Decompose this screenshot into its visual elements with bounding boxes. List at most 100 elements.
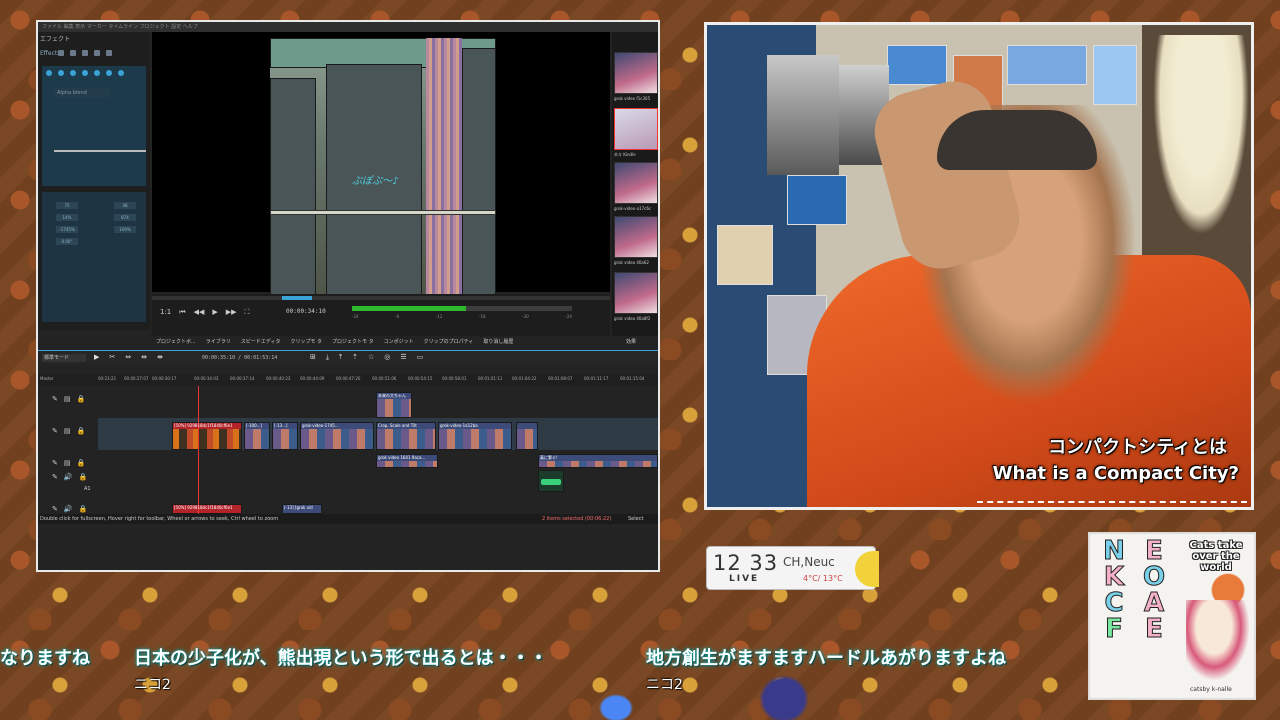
edit-icon[interactable]: ✎ [52, 473, 58, 481]
param-h[interactable]: 109% [114, 226, 136, 233]
timeline-clip[interactable] [516, 422, 538, 450]
prev-frame-icon[interactable]: ⏮ [179, 308, 185, 317]
audio-clip[interactable] [538, 470, 564, 492]
tab-project-monitor[interactable]: プロジェクトモ タ [332, 336, 374, 348]
logo-letter: E [1145, 536, 1164, 566]
reset-effect-icon[interactable] [94, 50, 100, 56]
timeline-clip[interactable]: [-13...] [272, 422, 298, 450]
lock-icon[interactable]: 🔒 [79, 473, 88, 481]
param-w[interactable]: -1745% [56, 226, 78, 233]
settings-icon[interactable]: ☰ [400, 353, 406, 362]
keyframe-icon[interactable] [94, 70, 100, 76]
marker-icon[interactable]: ◎ [384, 353, 390, 362]
edit-icon[interactable]: ✎ [52, 427, 58, 435]
tab-undo-history[interactable]: 取り消し履歴 [483, 336, 513, 348]
tab-effects[interactable]: 効果 [626, 336, 636, 348]
blend-mode-select[interactable]: Alpha blend [54, 88, 110, 98]
lock-icon[interactable]: 🔒 [77, 395, 86, 403]
overwrite-icon[interactable]: ⤒ [339, 353, 342, 362]
copy-effect-icon[interactable] [82, 50, 88, 56]
monitor-icon[interactable]: ▤ [64, 427, 71, 435]
playhead[interactable] [198, 386, 199, 516]
poster [717, 225, 773, 285]
forward-icon[interactable]: ▶▶ [226, 308, 237, 317]
rewind-icon[interactable]: ◀◀ [194, 308, 205, 317]
keyframe-icon[interactable] [70, 70, 76, 76]
bin-thumbnail[interactable] [614, 272, 658, 314]
bin-thumbnail[interactable] [614, 162, 658, 204]
walkway [270, 210, 496, 215]
bin-thumbnail[interactable] [614, 108, 658, 150]
bin-thumbnail[interactable] [614, 52, 658, 94]
tab-clip-monitor[interactable]: クリップモ タ [290, 336, 322, 348]
logo-letter: E [1145, 614, 1164, 644]
clip-thumbnails [539, 461, 657, 467]
keyframe-icon[interactable] [58, 70, 64, 76]
preview-monitor[interactable]: ぷぽぷ〜♪ [152, 32, 610, 296]
param-scale[interactable]: 14% [56, 214, 78, 221]
edit-icon[interactable]: ✎ [52, 505, 58, 513]
monitor-icon[interactable]: ▤ [64, 459, 71, 467]
edit-icon[interactable]: ✎ [52, 459, 58, 467]
edit-icon[interactable]: ✎ [52, 395, 58, 403]
meter-tick: -24 [352, 314, 359, 319]
timeline-clip[interactable]: grok-video-1a12ba [438, 422, 512, 450]
insert-icon[interactable]: ⤓ [326, 353, 329, 362]
param-x[interactable]: 75 [56, 202, 78, 209]
opacity-slider[interactable] [54, 150, 146, 152]
timeline-clip-red[interactable]: [50%] 929818dc1f1840cf6e1 [172, 422, 242, 450]
lock-icon[interactable]: 🔒 [77, 459, 86, 467]
timeline-clip[interactable]: [-100...] [244, 422, 270, 450]
add-effect-icon[interactable] [58, 50, 64, 56]
timeline-clip[interactable]: grok video 1641 9aca... [376, 454, 438, 468]
tab-clip-properties[interactable]: クリップのプロパティ [424, 336, 474, 348]
snap-icon[interactable]: ⊞ [310, 353, 316, 362]
edit-mode-select[interactable]: 標準モード [42, 354, 86, 362]
timeline-clip[interactable]: grok-video-1745... [300, 422, 374, 450]
remove-effect-icon[interactable] [70, 50, 76, 56]
timeline-clip-red[interactable]: [50%] 929818dc1f1840cf6e1 [172, 504, 242, 514]
clip-name: grok video 1641 9aca... [378, 455, 426, 460]
tab-speed-editor[interactable]: スピードエディタ [241, 336, 281, 348]
timeline-clip[interactable]: 未来の大ちゃん [376, 392, 412, 418]
keyframe-icon[interactable] [46, 70, 52, 76]
tab-project-bin[interactable]: プロジェクトボ... [156, 336, 196, 348]
fullscreen-icon[interactable]: ⛶ [245, 308, 250, 317]
monitor-icon[interactable]: ▤ [64, 395, 71, 403]
favorite-icon[interactable]: ☆ [368, 353, 374, 362]
menu-bar[interactable]: ファイル 編集 表示 マーカー タイムライン プロジェクト 設定 ヘルプ [38, 22, 658, 32]
zoom-icon[interactable]: 1:1 [160, 308, 171, 317]
param-y[interactable]: 48 [114, 202, 136, 209]
timeline-clip[interactable]: 真に繋ぐ! [538, 454, 658, 468]
status-mode[interactable]: Select [628, 514, 643, 524]
bin-thumbnail[interactable] [614, 216, 658, 258]
lock-icon[interactable]: 🔒 [77, 427, 86, 435]
timeline-clip[interactable]: [-13] [grok vid [282, 504, 322, 514]
razor-tool-icon[interactable]: ✂ [109, 353, 115, 361]
slip-tool-icon[interactable]: ⇹ [141, 353, 147, 361]
scrub-bar[interactable] [152, 296, 610, 300]
ripple-tool-icon[interactable]: ⇼ [157, 353, 163, 361]
speaker-icon[interactable]: 🔊 [64, 473, 73, 481]
preview-timecode[interactable]: 00:00:34:10 [286, 308, 326, 315]
menu-icon[interactable] [106, 50, 112, 56]
param-height[interactable]: 874 [114, 214, 136, 221]
keyframe-icon[interactable] [106, 70, 112, 76]
lift-icon[interactable]: ⇡ [352, 353, 358, 362]
lock-icon[interactable]: 🔒 [79, 505, 88, 513]
tab-library[interactable]: ライブラリ [206, 336, 231, 348]
param-rotation[interactable]: 0.00° [56, 238, 78, 245]
tab-composite[interactable]: コンポジット [384, 336, 414, 348]
timeline-ruler[interactable]: Master 00:23:22 00:00:27:07 00:00:30:17 … [38, 374, 658, 386]
status-selection: 2 items selected (00:06:22) [542, 516, 612, 522]
speaker-icon[interactable]: 🔊 [64, 505, 73, 513]
subtitle-english: What is a Compact City? [992, 463, 1239, 484]
zoom-fit-icon[interactable]: ▭ [417, 353, 424, 362]
play-icon[interactable]: ▶ [212, 308, 217, 317]
keyframe-icon[interactable] [118, 70, 124, 76]
select-tool-icon[interactable]: ▶ [94, 353, 99, 361]
timeline-clip[interactable]: Crop, Scale and Tilt [376, 422, 436, 450]
keyframe-icon[interactable] [82, 70, 88, 76]
audio-waveform [541, 479, 561, 485]
spacer-tool-icon[interactable]: ⇔ [125, 353, 131, 361]
